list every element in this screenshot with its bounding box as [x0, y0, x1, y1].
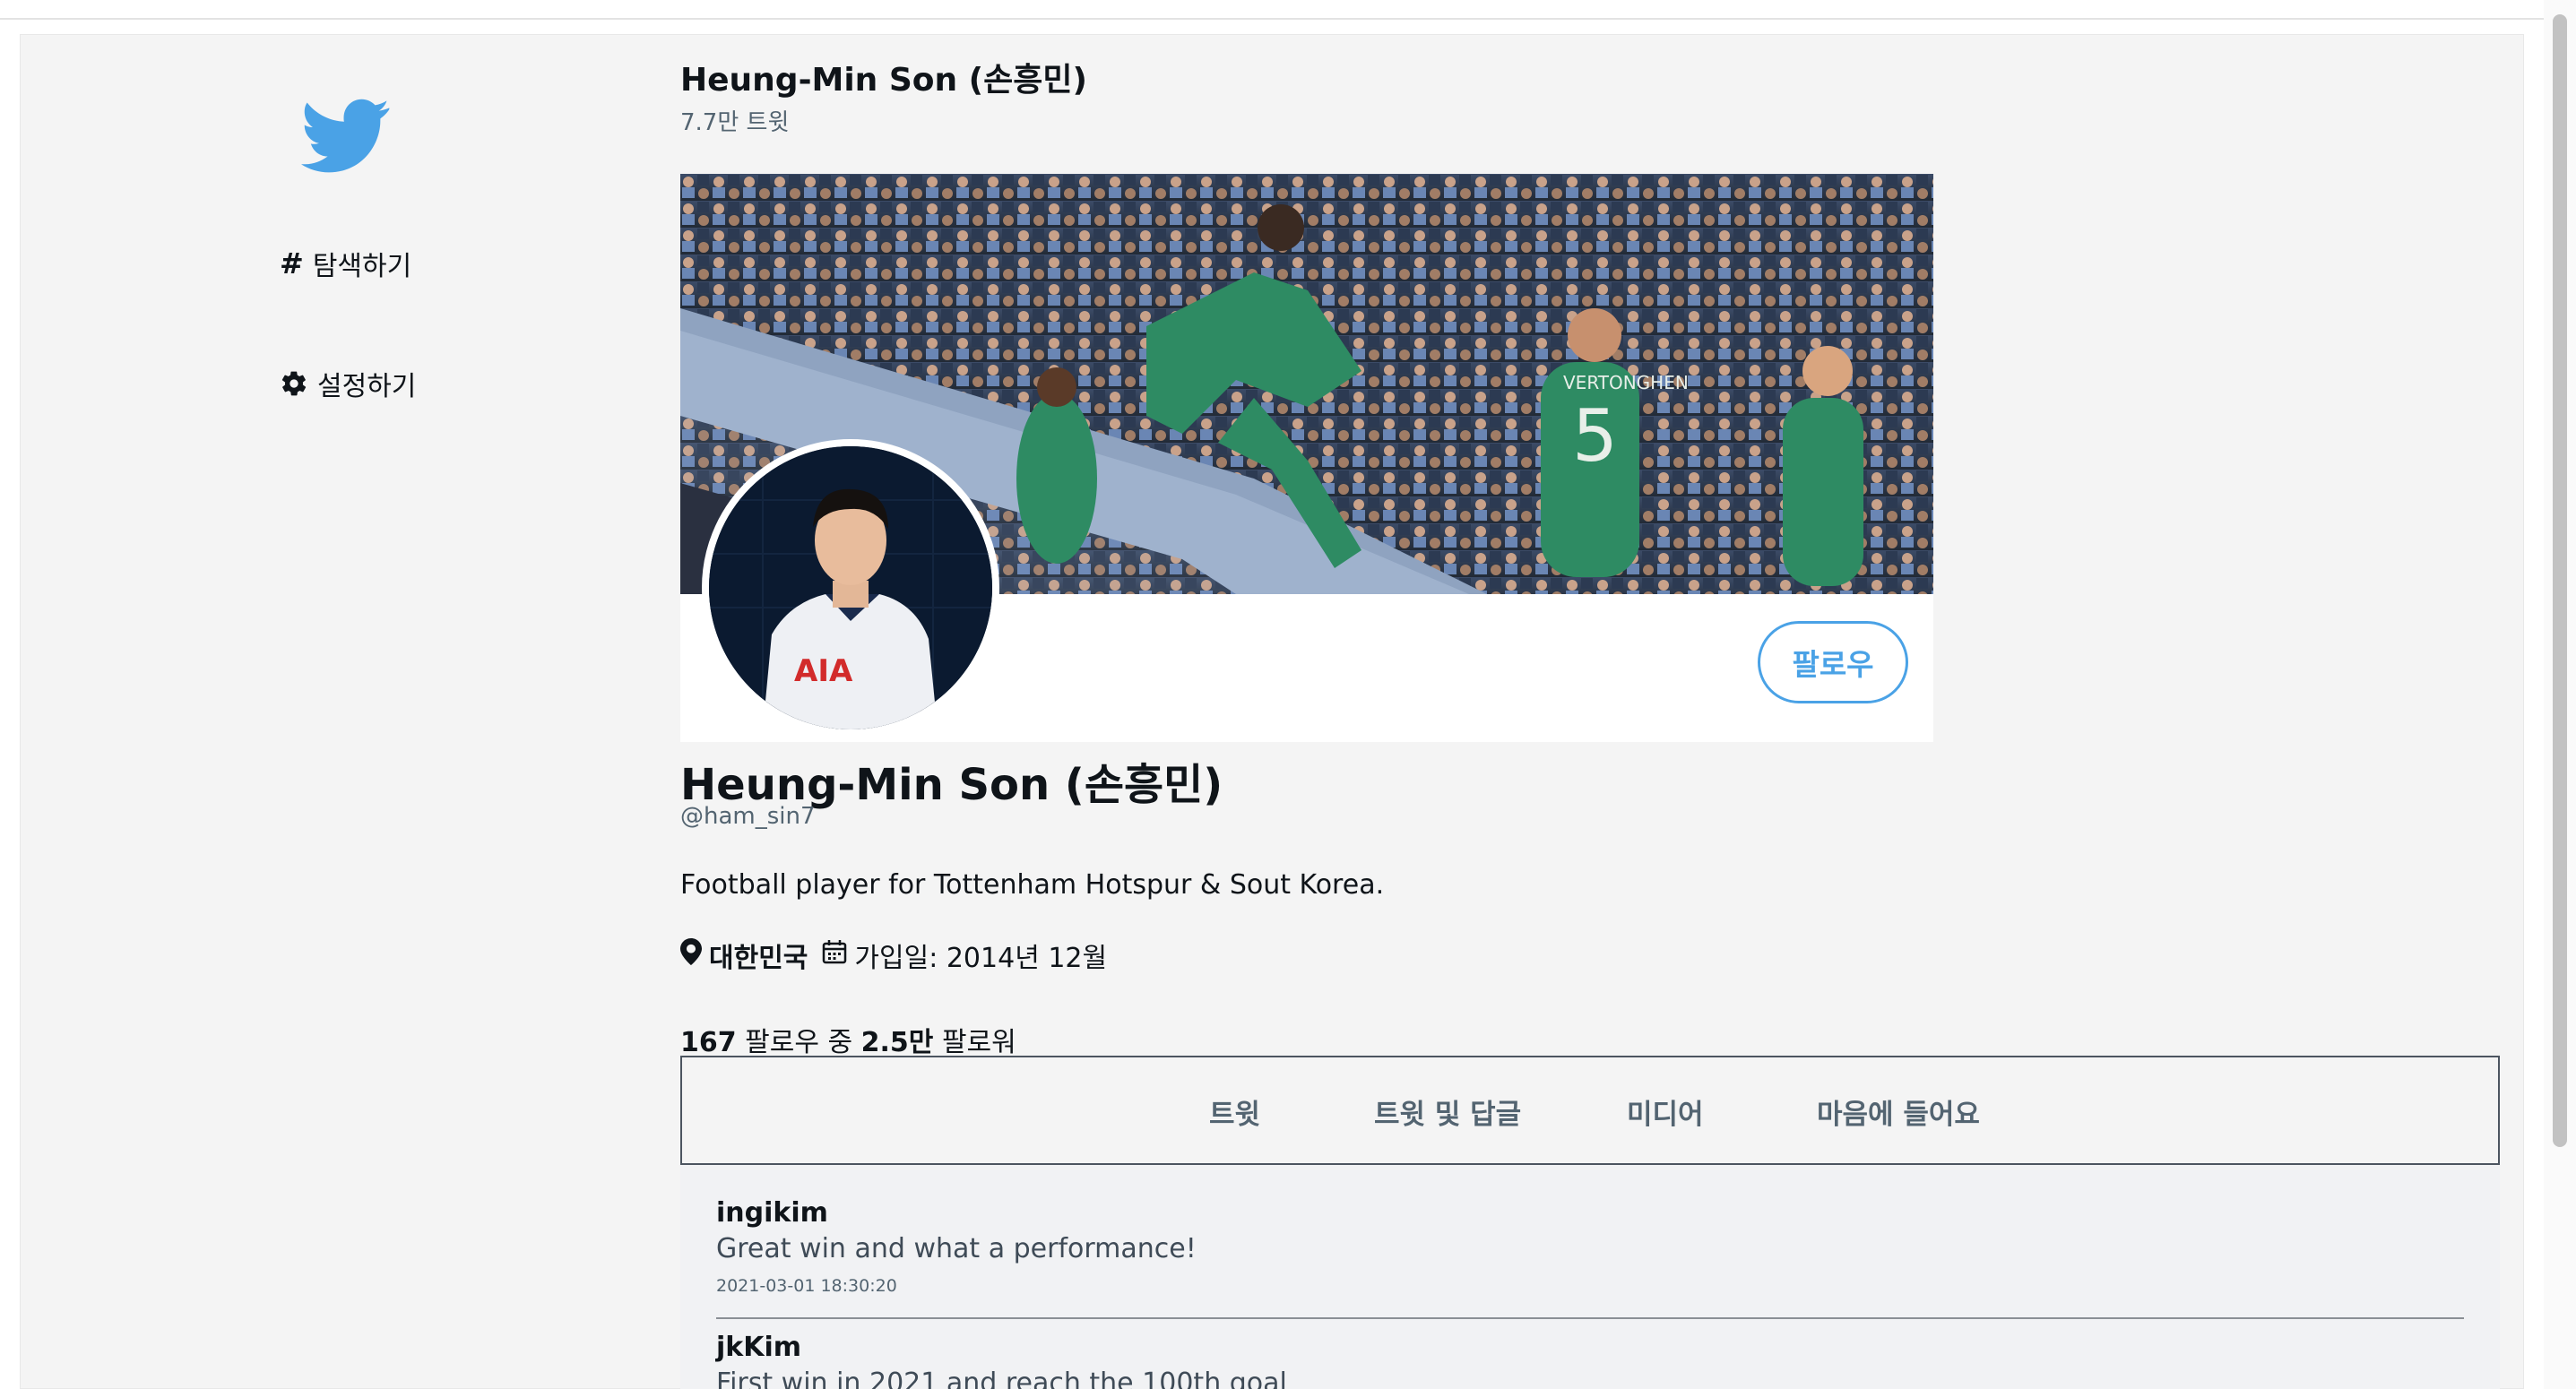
- follow-stats: 167 팔로우 중 2.5만 팔로워: [680, 1020, 1016, 1059]
- sidebar-item-settings[interactable]: 설정하기: [280, 366, 417, 402]
- avatar[interactable]: AIA: [702, 439, 999, 737]
- following-count[interactable]: 167: [680, 1027, 737, 1058]
- banner-jersey-number: 5: [1572, 394, 1618, 478]
- tweet-text: Great win and what a performance!: [716, 1233, 1197, 1264]
- sidebar-item-label: 탐색하기: [312, 251, 412, 282]
- tab-tweets[interactable]: 트윗: [1209, 1091, 1260, 1132]
- scrollbar-thumb[interactable]: [2553, 14, 2567, 1147]
- tab-likes[interactable]: 마음에 들어요: [1817, 1091, 1980, 1132]
- profile-bio: Football player for Tottenham Hotspur & …: [680, 869, 1385, 901]
- tweet-text: First win in 2021 and reach the 100th go…: [716, 1367, 1287, 1389]
- profile-joined: 가입일: 2014년 12월: [854, 943, 1108, 974]
- tweet-count: 7.7만 트윗: [680, 109, 790, 136]
- profile-handle: @ham_sin7: [680, 803, 816, 830]
- followers-count[interactable]: 2.5만: [861, 1027, 934, 1058]
- tweet-username[interactable]: ingikim: [716, 1197, 828, 1229]
- tweet-date: 2021-03-01 18:30:20: [716, 1276, 897, 1296]
- location-pin-icon: [680, 938, 702, 972]
- tab-media[interactable]: 미디어: [1627, 1091, 1704, 1132]
- browser-top-edge: [0, 0, 2576, 20]
- following-label: 팔로우 중: [745, 1027, 853, 1058]
- page-title: Heung-Min Son (손흥민): [680, 62, 1087, 99]
- hashtag-icon: #: [280, 246, 304, 280]
- followers-label: 팔로워: [941, 1027, 1016, 1058]
- tweet-divider: [716, 1317, 2464, 1319]
- tweet-username[interactable]: jkKim: [716, 1332, 801, 1363]
- profile-location: 대한민국: [709, 943, 808, 974]
- profile-tabs: 트윗 트윗 및 답글 미디어 마음에 들어요: [680, 1056, 2500, 1165]
- avatar-shirt-text: AIA: [794, 653, 853, 689]
- tweet-feed: ingikim Great win and what a performance…: [680, 1165, 2500, 1389]
- follow-button[interactable]: 팔로우: [1758, 621, 1908, 703]
- sidebar-item-explore[interactable]: # 탐색하기: [280, 246, 412, 282]
- profile-meta: 대한민국 가입일: 2014년 12월: [680, 936, 1107, 975]
- tab-tweets-and-replies[interactable]: 트윗 및 답글: [1374, 1091, 1521, 1132]
- calendar-icon: [822, 939, 847, 971]
- twitter-bird-icon[interactable]: [301, 99, 391, 174]
- gear-icon: [280, 369, 308, 398]
- banner-jersey-name: VERTONGHEN: [1563, 372, 1689, 393]
- sidebar-item-label: 설정하기: [317, 371, 417, 402]
